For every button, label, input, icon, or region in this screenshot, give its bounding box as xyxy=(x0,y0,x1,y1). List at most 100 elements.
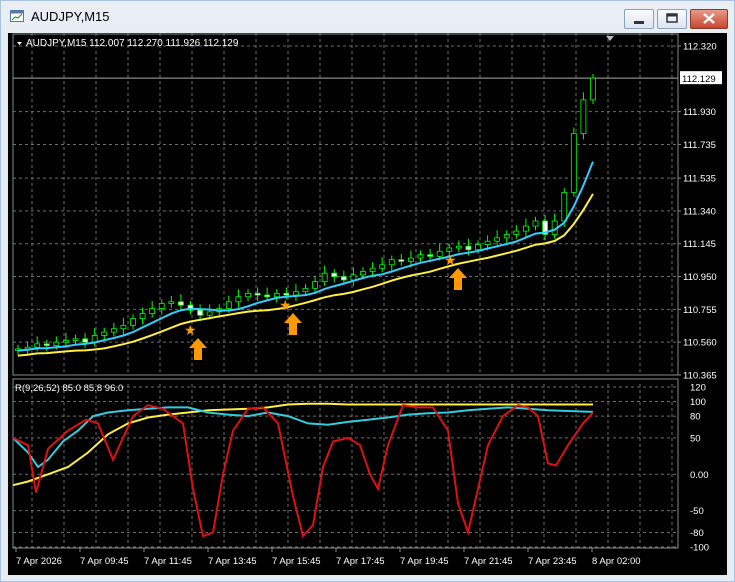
candle-body xyxy=(436,250,443,257)
time-tick-label: 7 Apr 13:45 xyxy=(208,556,257,567)
candle-body xyxy=(475,244,481,251)
candles xyxy=(15,73,596,355)
candle-body xyxy=(513,230,520,235)
candle-body xyxy=(321,272,328,283)
candle-body xyxy=(53,341,60,346)
candle-body xyxy=(503,234,510,239)
chart-area[interactable]: ★ ★ ★ 112.320 112.129 111.930 111.735 111.535 1… xyxy=(8,33,727,575)
moving-averages xyxy=(17,161,594,357)
restore-icon xyxy=(666,13,678,23)
candle-body xyxy=(206,311,213,316)
indicator-label: R(9,26,52) 85.0 85.8 96.0 xyxy=(15,383,123,394)
candle-body xyxy=(149,308,156,314)
indicator-tick-label: -50 xyxy=(690,506,704,517)
time-tick-label: 7 Apr 2026 xyxy=(16,556,62,567)
candle-body xyxy=(494,237,501,242)
chart-window-icon xyxy=(10,10,24,22)
indicator-tick-label: -80 xyxy=(690,528,704,539)
candle-body xyxy=(43,343,50,346)
panel-separator xyxy=(12,33,679,549)
candle-body xyxy=(465,245,472,251)
buy-arrow-shape xyxy=(449,268,467,290)
price-tick-label: 111.145 xyxy=(683,239,716,250)
header-dropdown-icon[interactable] xyxy=(17,42,22,45)
candle-body xyxy=(197,309,203,316)
candle-body xyxy=(302,287,309,293)
close-icon xyxy=(703,13,715,24)
candle-body xyxy=(120,324,127,330)
candle-body xyxy=(388,259,395,266)
price-tick-label: 111.535 xyxy=(683,174,716,185)
axes: 112.320 112.129 111.930 111.735 111.535 111.3… xyxy=(15,42,722,567)
candle-body xyxy=(455,245,462,249)
candle-body xyxy=(72,338,79,341)
candle-body xyxy=(168,301,175,304)
time-tick-label: 7 Apr 11:45 xyxy=(144,556,192,567)
price-tick-label: 110.755 xyxy=(683,305,717,316)
candle-body xyxy=(532,220,539,227)
price-chart[interactable]: ★★★ 112.320112.129111.930111.735111.5351… xyxy=(8,33,727,575)
candle-body xyxy=(408,257,414,262)
indicator-tick-label: 50 xyxy=(690,433,701,444)
candle-body xyxy=(398,259,405,262)
candle-body xyxy=(484,240,491,245)
candle-body xyxy=(101,331,108,336)
chart-window: AUDJPY,M15 ★ ★ ★ 112.320 112.129 111.930 111.… xyxy=(0,0,735,582)
candle-body xyxy=(417,254,424,259)
indicator-tick-label: -100 xyxy=(690,543,709,554)
candle-body xyxy=(110,328,117,333)
candle-body xyxy=(63,340,69,343)
price-tick-label: 110.560 xyxy=(683,338,717,349)
price-tick-label: 111.930 xyxy=(683,107,716,118)
candle-body xyxy=(360,271,366,276)
price-tick-label: 110.365 xyxy=(683,371,717,382)
candle-body xyxy=(158,303,165,309)
candle-body xyxy=(446,247,453,252)
candle-body xyxy=(178,301,184,306)
candle-body xyxy=(225,301,232,309)
signal-star-icon: ★ xyxy=(444,252,457,268)
chart-grid xyxy=(13,33,678,548)
candle-body xyxy=(523,225,529,232)
time-tick-label: 8 Apr 02:00 xyxy=(592,556,641,567)
indicator-tick-label: 120 xyxy=(690,383,706,394)
close-button[interactable] xyxy=(690,9,728,29)
candle-body xyxy=(340,276,347,281)
indicator-tick-label: 80 xyxy=(690,412,701,423)
indicator-tick-label: 100 xyxy=(690,397,706,408)
indicator-lines xyxy=(12,402,594,539)
candle-body xyxy=(427,254,433,257)
minimize-button[interactable] xyxy=(624,9,654,29)
price-panel-border xyxy=(12,33,679,376)
restore-button[interactable] xyxy=(657,9,687,29)
candle-body xyxy=(379,264,386,269)
title-bar[interactable]: AUDJPY,M15 xyxy=(1,1,734,31)
shift-marker-icon[interactable] xyxy=(606,36,614,41)
buy-arrow-shape xyxy=(284,313,302,335)
price-tick-label: 110.950 xyxy=(683,272,717,283)
price-tick-label: 111.340 xyxy=(683,206,716,217)
buy-arrow-icon: ★ xyxy=(444,252,467,290)
time-tick-label: 7 Apr 17:45 xyxy=(336,556,385,567)
indicator-fast-line xyxy=(12,404,594,539)
candle-body xyxy=(570,133,577,193)
candle-body xyxy=(561,192,568,222)
candle-body xyxy=(312,281,318,289)
signal-star-icon: ★ xyxy=(184,322,197,338)
indicator-tick-label: 0.00 xyxy=(690,470,709,481)
ma-fast-line xyxy=(17,161,594,352)
candle-body xyxy=(139,313,146,320)
candle-body xyxy=(331,272,338,277)
time-tick-label: 7 Apr 15:45 xyxy=(272,556,321,567)
candle-body xyxy=(245,292,251,298)
candle-body xyxy=(82,338,88,343)
candle-body xyxy=(264,294,271,298)
candle-body xyxy=(293,291,299,296)
candle-body xyxy=(283,292,290,296)
candle-body xyxy=(369,267,376,272)
minimize-icon xyxy=(634,21,644,24)
buy-arrow-icon: ★ xyxy=(184,322,207,360)
time-tick-label: 7 Apr 23:45 xyxy=(528,556,577,567)
candle-body xyxy=(130,318,136,326)
time-tick-label: 7 Apr 19:45 xyxy=(400,556,449,567)
